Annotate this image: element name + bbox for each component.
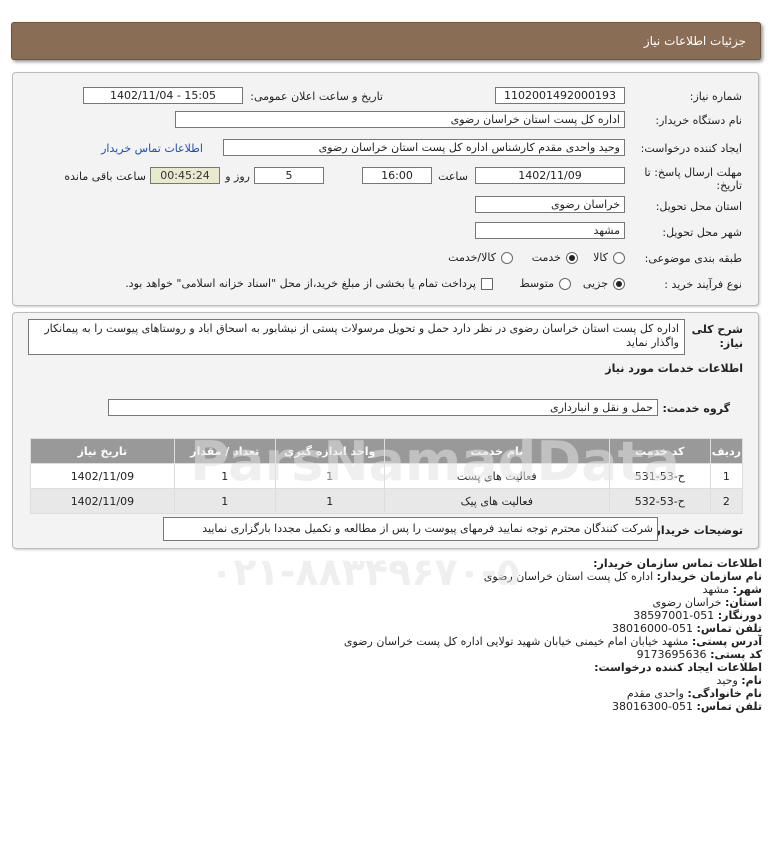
treasury-payment-note: پرداخت تمام یا بخشی از مبلغ خرید،از محل … <box>125 277 476 290</box>
cell-code: ح-53-531 <box>608 463 711 489</box>
need-details-panel: شماره نیاز: 1102001492000193 تاریخ و ساع… <box>12 72 759 306</box>
page-header: جزئیات اطلاعات نیاز <box>11 22 761 60</box>
creator-title: اطلاعات ایجاد کننده درخواست: <box>594 661 762 674</box>
need-number-label: شماره نیاز: <box>689 90 742 103</box>
process-medium-label: متوسط <box>519 277 554 290</box>
col-date: تاریخ نیاز <box>30 438 175 464</box>
summary-text: اداره کل پست استان خراسان رضوی در نظر دا… <box>28 319 685 355</box>
deadline-date-label: تاریخ: <box>716 179 742 192</box>
creator-label: ایجاد کننده درخواست: <box>640 142 742 155</box>
buyer-contact-link[interactable]: اطلاعات تماس خریدار <box>101 142 203 155</box>
process-label: نوع فرآیند خرید : <box>664 278 742 291</box>
contact-title: اطلاعات تماس سازمان خریدار: <box>593 557 762 570</box>
cell-qty: 1 <box>173 463 276 489</box>
province-label: استان محل تحویل: <box>655 200 742 213</box>
category-goods-label: کالا <box>593 251 608 264</box>
category-both-label: کالا/خدمت <box>448 251 496 264</box>
cell-unit: 1 <box>274 463 385 489</box>
cell-date: 1402/11/09 <box>30 463 175 489</box>
city-label: شهر محل تحویل: <box>662 226 742 239</box>
need-number-field[interactable]: 1102001492000193 <box>495 87 625 104</box>
process-medium-radio[interactable] <box>559 278 571 290</box>
province-field[interactable]: خراسان رضوی <box>475 196 625 213</box>
table-row: 2 ح-53-532 فعالیت های پیک 1 1 1402/11/09 <box>30 488 744 514</box>
contact-province: استان: خراسان رضوی <box>652 596 762 609</box>
contact-address: آدرس پستی: مشهد خیابان امام خیمنی خیابان… <box>343 635 762 648</box>
deadline-time-field[interactable]: 16:00 <box>362 167 432 184</box>
page-title: جزئیات اطلاعات نیاز <box>643 34 746 48</box>
buyer-notes-field: شرکت کنندگان محترم توجه نمایید فرمهای پی… <box>163 517 658 541</box>
deadline-label: مهلت ارسال پاسخ: تا <box>644 166 742 179</box>
contact-city: شهر: مشهد <box>702 583 762 596</box>
cell-row: 1 <box>709 463 744 489</box>
category-goods-radio[interactable] <box>613 252 625 264</box>
service-group-field[interactable]: حمل و نقل و انبارداری <box>108 399 658 416</box>
creator-family: نام خانوادگی: واحدی مقدم <box>626 687 762 700</box>
treasury-payment-checkbox[interactable] <box>481 278 493 290</box>
creator-name: نام: وحید <box>716 674 762 687</box>
creator-field[interactable]: وحید واحدی مقدم کارشناس اداره کل پست است… <box>223 139 625 156</box>
services-section-title: اطلاعات خدمات مورد نیاز <box>605 362 743 375</box>
category-both-radio[interactable] <box>501 252 513 264</box>
category-label: طبقه بندی موضوعی: <box>644 252 742 265</box>
contact-section: اطلاعات تماس سازمان خریدار: نام سازمان خ… <box>0 557 770 748</box>
buyer-label: نام دستگاه خریدار: <box>655 114 742 127</box>
days-label: روز و <box>225 170 250 183</box>
table-row: 1 ح-53-531 فعالیت های پست 1 1 1402/11/09 <box>30 463 744 489</box>
category-service-label: خدمت <box>531 251 561 264</box>
contact-postal-code: کد پستی: 9173695636 <box>636 648 762 661</box>
services-table: ردیف کد خدمت نام خدمت واحد اندازه گیری ت… <box>30 438 744 514</box>
table-header-row: ردیف کد خدمت نام خدمت واحد اندازه گیری ت… <box>30 438 744 464</box>
col-row: ردیف <box>709 438 744 464</box>
cell-row: 2 <box>709 488 744 514</box>
col-name: نام خدمت <box>383 438 610 464</box>
contact-fax: دورنگار: 051-38597001 <box>633 609 762 622</box>
contact-org: نام سازمان خریدار: اداره کل پست استان خر… <box>483 570 762 583</box>
category-service-radio[interactable] <box>566 252 578 264</box>
cell-name: فعالیت های پست <box>383 463 610 489</box>
city-field[interactable]: مشهد <box>475 222 625 239</box>
deadline-date-field[interactable]: 1402/11/09 <box>475 167 625 184</box>
announce-label: تاریخ و ساعت اعلان عمومی: <box>250 90 383 103</box>
service-group-label: گروه خدمت: <box>662 402 730 415</box>
col-unit: واحد اندازه گیری <box>274 438 385 464</box>
cell-date: 1402/11/09 <box>30 488 175 514</box>
col-qty: تعداد / مقدار <box>173 438 276 464</box>
buyer-notes-label: توضیحات خریدار: <box>650 524 743 537</box>
services-panel: شرح کلی نیاز: اداره کل پست استان خراسان … <box>12 312 759 549</box>
buyer-field[interactable]: اداره کل پست استان خراسان رضوی <box>175 111 625 128</box>
contact-phone: تلفن تماس: 051-38016000 <box>612 622 762 635</box>
summary-label-2: نیاز: <box>719 337 743 350</box>
days-field[interactable]: 5 <box>254 167 324 184</box>
cell-name: فعالیت های پیک <box>383 488 610 514</box>
cell-unit: 1 <box>274 488 385 514</box>
process-partial-label: جزیی <box>582 277 608 290</box>
announce-field[interactable]: 1402/11/04 - 15:05 <box>83 87 243 104</box>
cell-code: ح-53-532 <box>608 488 711 514</box>
cell-qty: 1 <box>173 488 276 514</box>
deadline-time-label: ساعت <box>438 170 468 183</box>
creator-phone: تلفن تماس: 051-38016300 <box>612 700 762 713</box>
process-partial-radio[interactable] <box>613 278 625 290</box>
summary-label: شرح کلی <box>691 323 743 336</box>
remaining-time-field: 00:45:24 <box>150 167 220 184</box>
remaining-label: ساعت باقی مانده <box>64 170 146 183</box>
col-code: کد خدمت <box>608 438 711 464</box>
